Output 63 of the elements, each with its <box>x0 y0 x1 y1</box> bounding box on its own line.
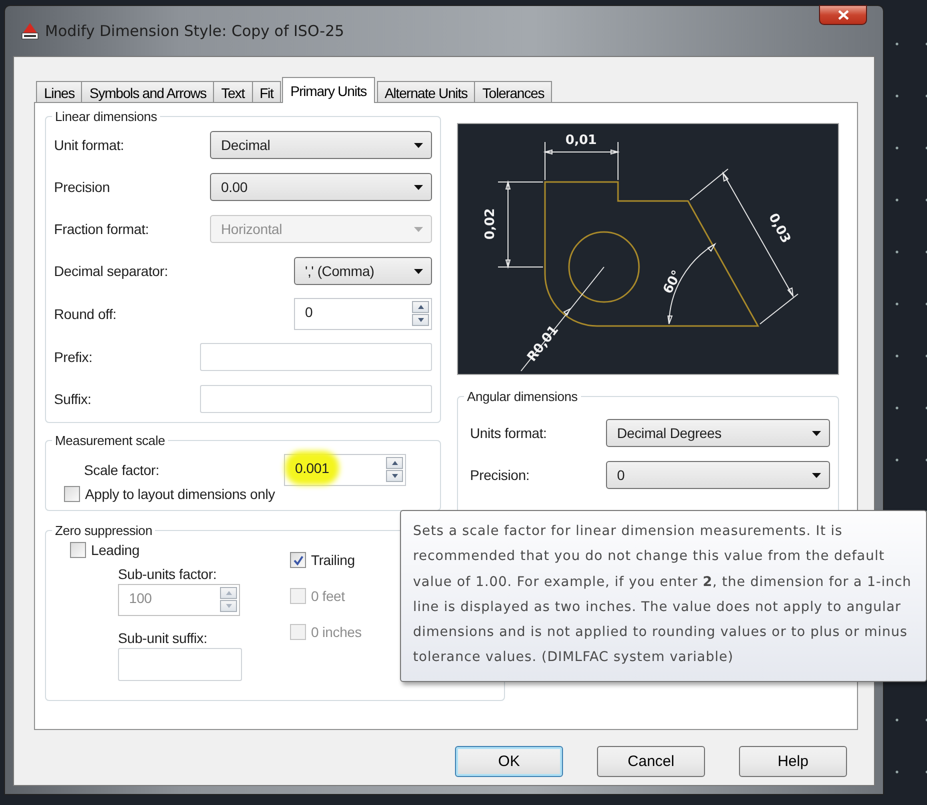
dropdown[interactable]: ',' (Comma) <box>294 257 432 285</box>
tab[interactable]: Alternate Units <box>376 81 476 103</box>
field-label: Sub-units factor: <box>118 566 218 582</box>
caret-icon <box>414 142 423 148</box>
dropdown[interactable]: Decimal <box>210 131 432 159</box>
checkbox-label: 0 inches <box>311 624 362 640</box>
group-title: Measurement scale <box>54 433 166 448</box>
dialog-button[interactable]: Cancel <box>597 746 705 777</box>
checkbox-label: 0 feet <box>311 588 345 604</box>
dropdown[interactable]: 0 <box>606 461 830 489</box>
caret-icon <box>812 472 821 478</box>
field-label: Decimal separator: <box>54 263 168 279</box>
field-label: Units format: <box>470 425 547 441</box>
field-label: Precision <box>54 179 110 195</box>
close-icon <box>838 10 848 20</box>
spinner-field[interactable]: 0 <box>294 298 432 330</box>
text-field[interactable] <box>118 648 242 681</box>
field-label: Unit format: <box>54 137 124 153</box>
checkbox[interactable] <box>70 542 86 558</box>
spin-down-button[interactable] <box>386 470 403 482</box>
field-label: Precision: <box>470 467 530 483</box>
app-icon <box>21 22 39 40</box>
dialog-button[interactable]: Help <box>739 746 847 777</box>
window-title: Modify Dimension Style: Copy of ISO-25 <box>45 22 344 40</box>
field-label: Suffix: <box>54 391 92 407</box>
spinner-field[interactable]: 0.001 <box>284 454 406 486</box>
field-label: Fraction format: <box>54 221 149 237</box>
checkbox-label: Trailing <box>311 552 355 568</box>
caret-icon <box>414 226 423 232</box>
tab[interactable]: Tolerances <box>474 81 552 103</box>
tab[interactable]: Text <box>213 81 253 103</box>
field-label: Prefix: <box>54 349 92 365</box>
dimension-text: 0,02 <box>483 208 498 240</box>
field-label: Scale factor: <box>84 462 160 478</box>
tab[interactable]: Symbols and Arrows <box>81 81 214 103</box>
dropdown[interactable]: 0.00 <box>210 173 432 201</box>
checkbox-label: Leading <box>91 542 140 558</box>
spin-down-button[interactable] <box>412 314 429 326</box>
caret-icon <box>812 430 821 436</box>
caret-icon <box>414 268 423 274</box>
checkbox[interactable] <box>290 552 306 568</box>
spin-up-button[interactable] <box>386 457 403 469</box>
dimension-text: 0,01 <box>565 133 597 148</box>
spin-up-button[interactable] <box>412 301 429 313</box>
group-title: Angular dimensions <box>466 389 579 404</box>
tab[interactable]: Primary Units <box>282 77 375 103</box>
field-label: Round off: <box>54 306 116 322</box>
checkbox[interactable] <box>64 486 80 502</box>
dropdown[interactable]: Decimal Degrees <box>606 419 830 447</box>
caret-icon <box>414 184 423 190</box>
text-field[interactable] <box>200 343 432 371</box>
tooltip: Sets a scale factor for linear dimension measurements. It is recommended that you do not change this value from the default value of 1.00. For example, if you enter 2, the dimension for a 1-inch line is displayed as two inches. The value does not apply to angular dimensions and is not applied to rounding values or to plus or minus tolerance values. (DIMLFAC system variable) <box>400 510 927 682</box>
checkbox-label: Apply to layout dimensions only <box>85 486 275 502</box>
dimension-text: 60° <box>660 268 686 296</box>
default-button[interactable]: OK <box>455 746 563 777</box>
dimension-text: 0,03 <box>765 211 794 246</box>
tab[interactable]: Lines <box>36 81 82 103</box>
group-title: Linear dimensions <box>54 109 158 124</box>
tab[interactable]: Fit <box>252 81 282 103</box>
group-title: Zero suppression <box>54 523 154 538</box>
text-field[interactable] <box>200 385 432 413</box>
field-label: Sub-unit suffix: <box>118 630 208 646</box>
close-button[interactable] <box>819 5 867 25</box>
